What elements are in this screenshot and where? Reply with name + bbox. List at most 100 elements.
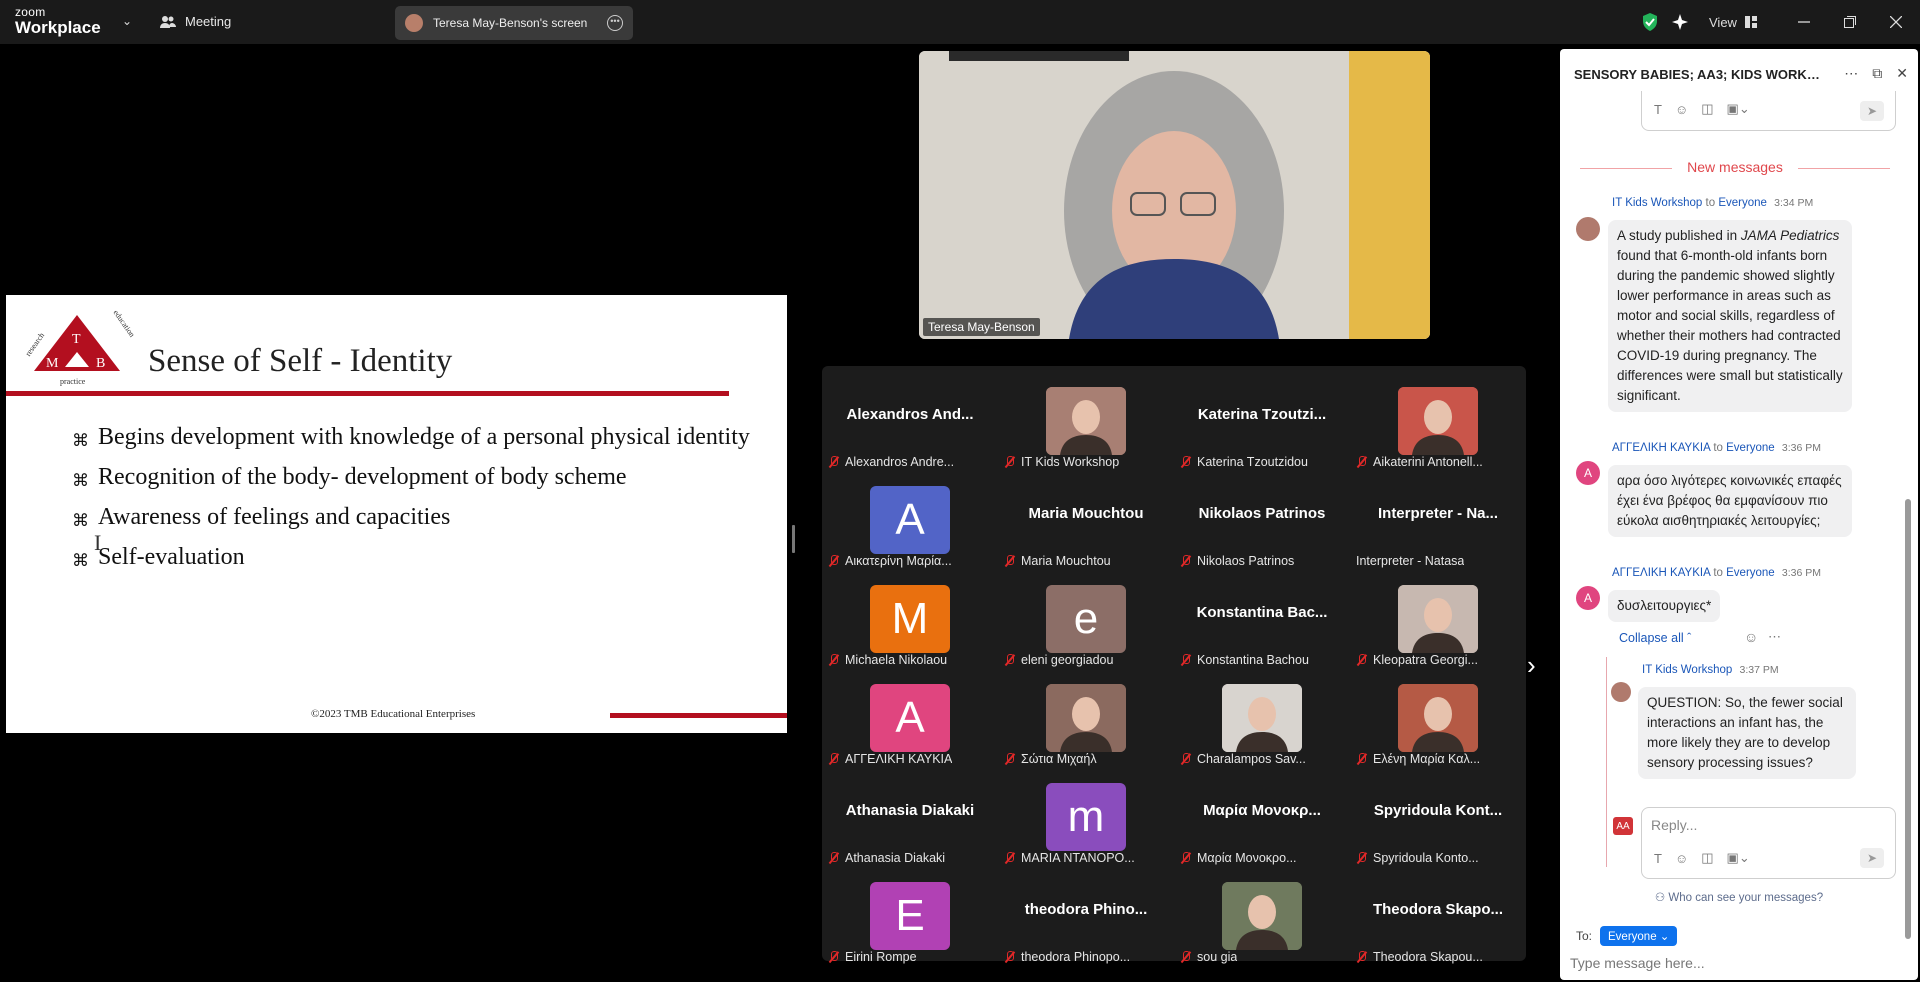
- participant-tile[interactable]: IT Kids Workshop: [998, 376, 1174, 475]
- pop-out-icon[interactable]: ⧉: [1872, 65, 1882, 82]
- logo-line2: Workplace: [15, 18, 101, 37]
- chat-message[interactable]: A study published in JAMA Pediatrics fou…: [1608, 220, 1852, 412]
- emoji-icon[interactable]: ☺: [1675, 102, 1688, 117]
- slide-bullet: ⌘ Self-evaluation: [72, 542, 752, 573]
- speaker-video[interactable]: Teresa May-Benson: [919, 51, 1430, 339]
- participant-avatar: e: [1046, 585, 1126, 653]
- send-icon[interactable]: ➤: [1860, 101, 1884, 121]
- send-icon[interactable]: ➤: [1860, 848, 1884, 868]
- participant-tile[interactable]: Charalampos Sav...: [1174, 673, 1350, 772]
- muted-mic-icon: [1180, 654, 1191, 666]
- restore-icon[interactable]: [1844, 10, 1856, 34]
- participant-name-label: Eirini Rompe: [828, 950, 917, 964]
- muted-mic-icon: [1356, 753, 1367, 765]
- emoji-icon[interactable]: ☺: [1675, 851, 1688, 866]
- muted-mic-icon: [828, 951, 839, 963]
- participant-name-label: sou gia: [1180, 950, 1237, 964]
- screen-share-indicator[interactable]: Teresa May-Benson's screen •••: [395, 6, 633, 40]
- file-icon[interactable]: ◫: [1701, 850, 1713, 866]
- text-format-icon[interactable]: T: [1654, 102, 1662, 117]
- participant-tile[interactable]: Theodora Skapo... Theodora Skapou...: [1350, 871, 1526, 970]
- logo-line1: zoom: [15, 5, 46, 19]
- top-bar: zoom Workplace ⌄ Meeting Teresa May-Bens…: [0, 0, 1920, 44]
- participant-name-label: IT Kids Workshop: [1004, 455, 1119, 469]
- close-window-icon[interactable]: [1890, 10, 1902, 34]
- zoom-logo[interactable]: zoom Workplace: [15, 6, 101, 36]
- muted-mic-icon: [1004, 753, 1015, 765]
- svg-text:T: T: [72, 332, 81, 347]
- participant-avatar: A: [870, 486, 950, 554]
- participant-tile[interactable]: Katerina Tzoutzi... Katerina Tzoutzidou: [1174, 376, 1350, 475]
- meeting-menu[interactable]: Meeting: [160, 14, 231, 29]
- participant-tile[interactable]: Aikaterini Antonell...: [1350, 376, 1526, 475]
- avatar[interactable]: [1611, 682, 1631, 702]
- participant-tile[interactable]: Maria Mouchtou Maria Mouchtou: [998, 475, 1174, 574]
- participant-photo: [1046, 684, 1126, 752]
- avatar[interactable]: [1576, 217, 1600, 241]
- screenshot-icon[interactable]: ▣⌄: [1727, 850, 1750, 866]
- meeting-label: Meeting: [185, 14, 232, 29]
- chevron-down-icon[interactable]: ⌄: [122, 14, 132, 28]
- close-icon[interactable]: ✕: [1896, 65, 1908, 82]
- panel-resize-handle[interactable]: [792, 525, 795, 553]
- participant-tile[interactable]: sou gia: [1174, 871, 1350, 970]
- participant-tile[interactable]: Nikolaos Patrinos Nikolaos Patrinos: [1174, 475, 1350, 574]
- who-can-see-link[interactable]: ⚇ Who can see your messages?: [1560, 890, 1918, 904]
- recipient-dropdown[interactable]: Everyone ⌄: [1600, 926, 1678, 946]
- participant-name-large: Katerina Tzoutzi...: [1197, 406, 1327, 423]
- file-icon[interactable]: ◫: [1701, 101, 1713, 117]
- participant-tile[interactable]: e eleni georgiadou: [998, 574, 1174, 673]
- collapse-all-button[interactable]: Collapse all ˆ: [1619, 631, 1691, 645]
- participant-avatar: M: [870, 585, 950, 653]
- participant-tile[interactable]: Μαρία Μονοκρ... Μαρία Μονοκρο...: [1174, 772, 1350, 871]
- participant-name-label: theodora Phinopo...: [1004, 950, 1130, 964]
- minimize-icon[interactable]: [1798, 10, 1810, 34]
- participant-tile[interactable]: Σώτια Μιχαήλ: [998, 673, 1174, 772]
- participant-tile[interactable]: E Eirini Rompe: [822, 871, 998, 970]
- avatar[interactable]: A: [1576, 586, 1600, 610]
- participant-tile[interactable]: A ΑΓΓΕΛΙΚΗ ΚΑΥΚΙΑ: [822, 673, 998, 772]
- participant-tile[interactable]: Kleopatra Georgi...: [1350, 574, 1526, 673]
- thread-reply-message[interactable]: QUESTION: So, the fewer social interacti…: [1638, 687, 1856, 779]
- encryption-shield-icon[interactable]: [1641, 10, 1659, 34]
- reply-input[interactable]: Reply... T ☺ ◫ ▣⌄ ➤: [1641, 807, 1896, 879]
- chat-message[interactable]: δυσλειτουργιες*: [1608, 590, 1721, 622]
- screenshot-icon[interactable]: ▣⌄: [1727, 101, 1750, 117]
- text-format-icon[interactable]: T: [1654, 851, 1662, 866]
- participant-photo: [1398, 387, 1478, 455]
- more-actions-icon[interactable]: ⋯: [1768, 629, 1781, 645]
- participant-tile[interactable]: Spyridoula Kont... Spyridoula Konto...: [1350, 772, 1526, 871]
- more-options-icon[interactable]: •••: [607, 15, 623, 31]
- participant-tile[interactable]: Ελένη Μαρία Καλ...: [1350, 673, 1526, 772]
- participant-name-label: Athanasia Diakaki: [828, 851, 945, 865]
- share-label: Teresa May-Benson's screen: [433, 16, 588, 30]
- ai-companion-icon[interactable]: [1671, 10, 1689, 34]
- presenter-avatar: [405, 14, 423, 32]
- participant-tile[interactable]: A Αικατερίνη Μαρία...: [822, 475, 998, 574]
- participant-name-label: Konstantina Bachou: [1180, 653, 1309, 667]
- message-meta: ΑΓΓΕΛΙΚΗ ΚΑΥΚΙΑ to Everyone 3:36 PM: [1612, 442, 1822, 454]
- slide-footer-divider: [610, 713, 787, 718]
- participant-tile[interactable]: Interpreter - Na... Interpreter - Natasa: [1350, 475, 1526, 574]
- participant-name-large: Spyridoula Kont...: [1373, 802, 1503, 819]
- chevron-right-icon[interactable]: ›: [1527, 650, 1536, 681]
- svg-text:education: education: [112, 308, 137, 339]
- participant-tile[interactable]: Konstantina Bac... Konstantina Bachou: [1174, 574, 1350, 673]
- participant-tile[interactable]: Athanasia Diakaki Athanasia Diakaki: [822, 772, 998, 871]
- participant-name-large: Theodora Skapo...: [1372, 901, 1504, 918]
- participant-name-label: Maria Mouchtou: [1004, 554, 1111, 568]
- prev-reply-box[interactable]: T ☺ ◫ ▣⌄ ➤: [1641, 91, 1896, 131]
- add-reaction-icon[interactable]: ☺: [1744, 629, 1758, 645]
- participant-tile[interactable]: theodora Phino... theodora Phinopo...: [998, 871, 1174, 970]
- more-icon[interactable]: ⋯: [1844, 65, 1858, 82]
- avatar[interactable]: A: [1576, 461, 1600, 485]
- participant-tile[interactable]: m MARIA NTANOPO...: [998, 772, 1174, 871]
- grid-icon: [1744, 16, 1757, 28]
- participant-tile[interactable]: Alexandros And... Alexandros Andre...: [822, 376, 998, 475]
- view-button[interactable]: View: [1709, 10, 1757, 34]
- chat-message[interactable]: αρα όσο λιγότερες κοινωνικές επαφές έχει…: [1608, 465, 1852, 537]
- chat-scrollbar[interactable]: [1905, 499, 1911, 939]
- message-input[interactable]: Type message here...: [1570, 955, 1705, 971]
- muted-mic-icon: [1004, 555, 1015, 567]
- participant-tile[interactable]: M Michaela Nikolaou: [822, 574, 998, 673]
